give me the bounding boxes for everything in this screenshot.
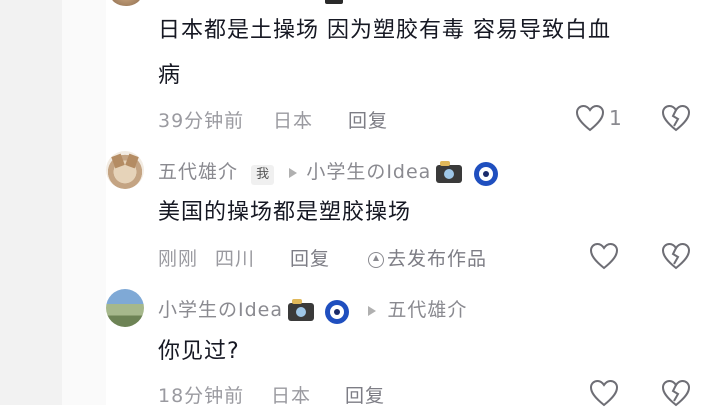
author-name[interactable]: 小学生のIdea [158,299,283,321]
reply-arrow-icon [289,168,298,178]
broken-heart-icon[interactable] [661,242,691,270]
comment-time: 刚刚 [158,248,199,270]
heart-outline-icon[interactable] [589,379,619,407]
broken-heart-icon[interactable] [661,104,691,132]
heart-outline-icon[interactable] [575,104,605,132]
reply-to-name[interactable]: 小学生のIdea [306,161,431,183]
reply-button[interactable]: 回复 [348,106,388,133]
avatar[interactable] [106,289,144,327]
heart-outline-icon[interactable] [589,242,619,270]
camera-emoji-icon [288,298,315,321]
nazar-amulet-icon [473,161,498,186]
left-gutter-inner [62,0,106,405]
reply-arrow-icon [368,306,377,316]
comment-location: 日本 [273,110,314,132]
comment-time: 18分钟前 [158,385,245,407]
like-count: 1 [609,106,622,130]
reply-button[interactable]: 回复 [345,381,385,408]
comment-header: 五代雄介 我 小学生のIdea [158,157,498,186]
comment-text: 美国的操场都是塑胶操场 [158,200,412,225]
broken-heart-icon[interactable] [661,379,691,407]
comment-header: 小学生のIdea 五代雄介 [158,295,467,324]
camera-emoji-icon [436,160,463,183]
nazar-amulet-icon [325,299,350,324]
reply-to-name[interactable]: 五代雄介 [387,299,467,321]
avatar[interactable] [106,151,144,189]
comment-text: 你见过? [158,339,240,364]
reply-button[interactable]: 回复 [290,244,330,271]
publish-label: 去发布作品 [387,248,488,270]
avatar[interactable] [110,0,142,6]
upload-circle-icon [368,251,384,268]
comment-text: 日本都是土操场 因为塑胶有毒 容易导致白血 [158,18,611,43]
author-name[interactable]: 五代雄介 [158,161,238,183]
left-gutter [0,0,62,405]
me-badge: 我 [251,165,275,185]
comment-location: 四川 [215,248,256,270]
camera-emoji-icon [325,0,343,4]
publish-work-button[interactable]: 去发布作品 [368,244,487,271]
comment-time: 39分钟前 [158,110,245,132]
comment-text-continued: 病 [158,63,182,88]
comment-location: 日本 [271,385,312,407]
